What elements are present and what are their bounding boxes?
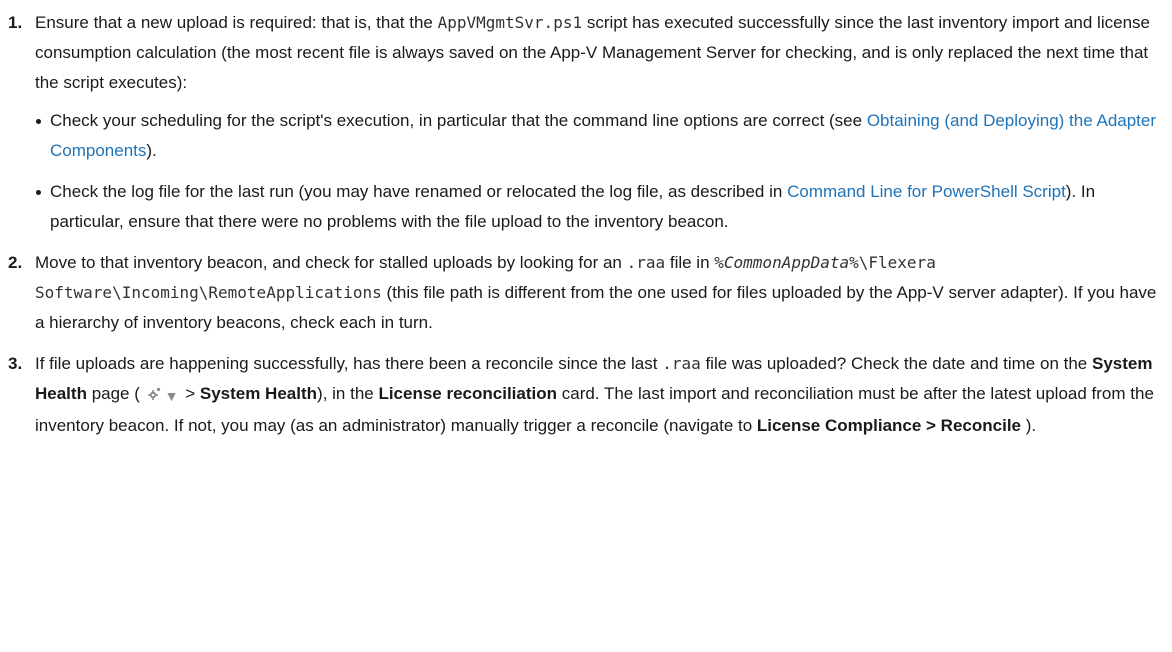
- bullet-text: Check the log file for the last run (you…: [50, 182, 788, 201]
- procedure-steps: 1. Ensure that a new upload is required:…: [8, 8, 1160, 441]
- document-body: 1. Ensure that a new upload is required:…: [0, 0, 1172, 441]
- step-text: Move to that inventory beacon, and check…: [35, 253, 627, 272]
- license-reconciliation-card-label: License reconciliation: [378, 384, 558, 403]
- script-name-code: AppVMgmtSvr.ps1: [437, 13, 583, 32]
- bullet-item: Check the log file for the last run (you…: [35, 177, 1160, 237]
- license-compliance-reconcile-path: License Compliance > Reconcile: [756, 416, 1021, 435]
- bullet-text: ).: [146, 141, 157, 160]
- step-text: >: [180, 384, 200, 403]
- step-1-bullets: Check your scheduling for the script's e…: [35, 106, 1160, 237]
- raa-extension-code: .raa: [626, 253, 666, 272]
- step-text: Ensure that a new upload is required: th…: [35, 13, 438, 32]
- step-number: 3.: [8, 354, 23, 373]
- common-app-data-variable: %CommonAppData%: [714, 253, 859, 272]
- step-text: If file uploads are happening successful…: [35, 354, 663, 373]
- step-text: file in: [665, 253, 715, 272]
- raa-extension-code: .raa: [662, 354, 701, 373]
- step-2: 2. Move to that inventory beacon, and ch…: [8, 248, 1160, 338]
- bullet-item: Check your scheduling for the script's e…: [35, 106, 1160, 166]
- step-text: ), in the: [317, 384, 379, 403]
- step-text: file was uploaded? Check the date and ti…: [700, 354, 1092, 373]
- system-health-menu-label: System Health: [199, 384, 318, 403]
- dropdown-arrow-icon: ▼: [164, 388, 179, 404]
- step-text: page (: [86, 384, 145, 403]
- gear-icon: [147, 387, 161, 401]
- step-1: 1. Ensure that a new upload is required:…: [8, 8, 1160, 237]
- step-number: 1.: [8, 13, 23, 32]
- step-text: ).: [1021, 416, 1037, 435]
- step-number: 2.: [8, 253, 23, 272]
- bullet-text: Check your scheduling for the script's e…: [50, 111, 867, 130]
- step-3: 3. If file uploads are happening success…: [8, 349, 1160, 441]
- powershell-command-line-link[interactable]: Command Line for PowerShell Script: [787, 182, 1066, 201]
